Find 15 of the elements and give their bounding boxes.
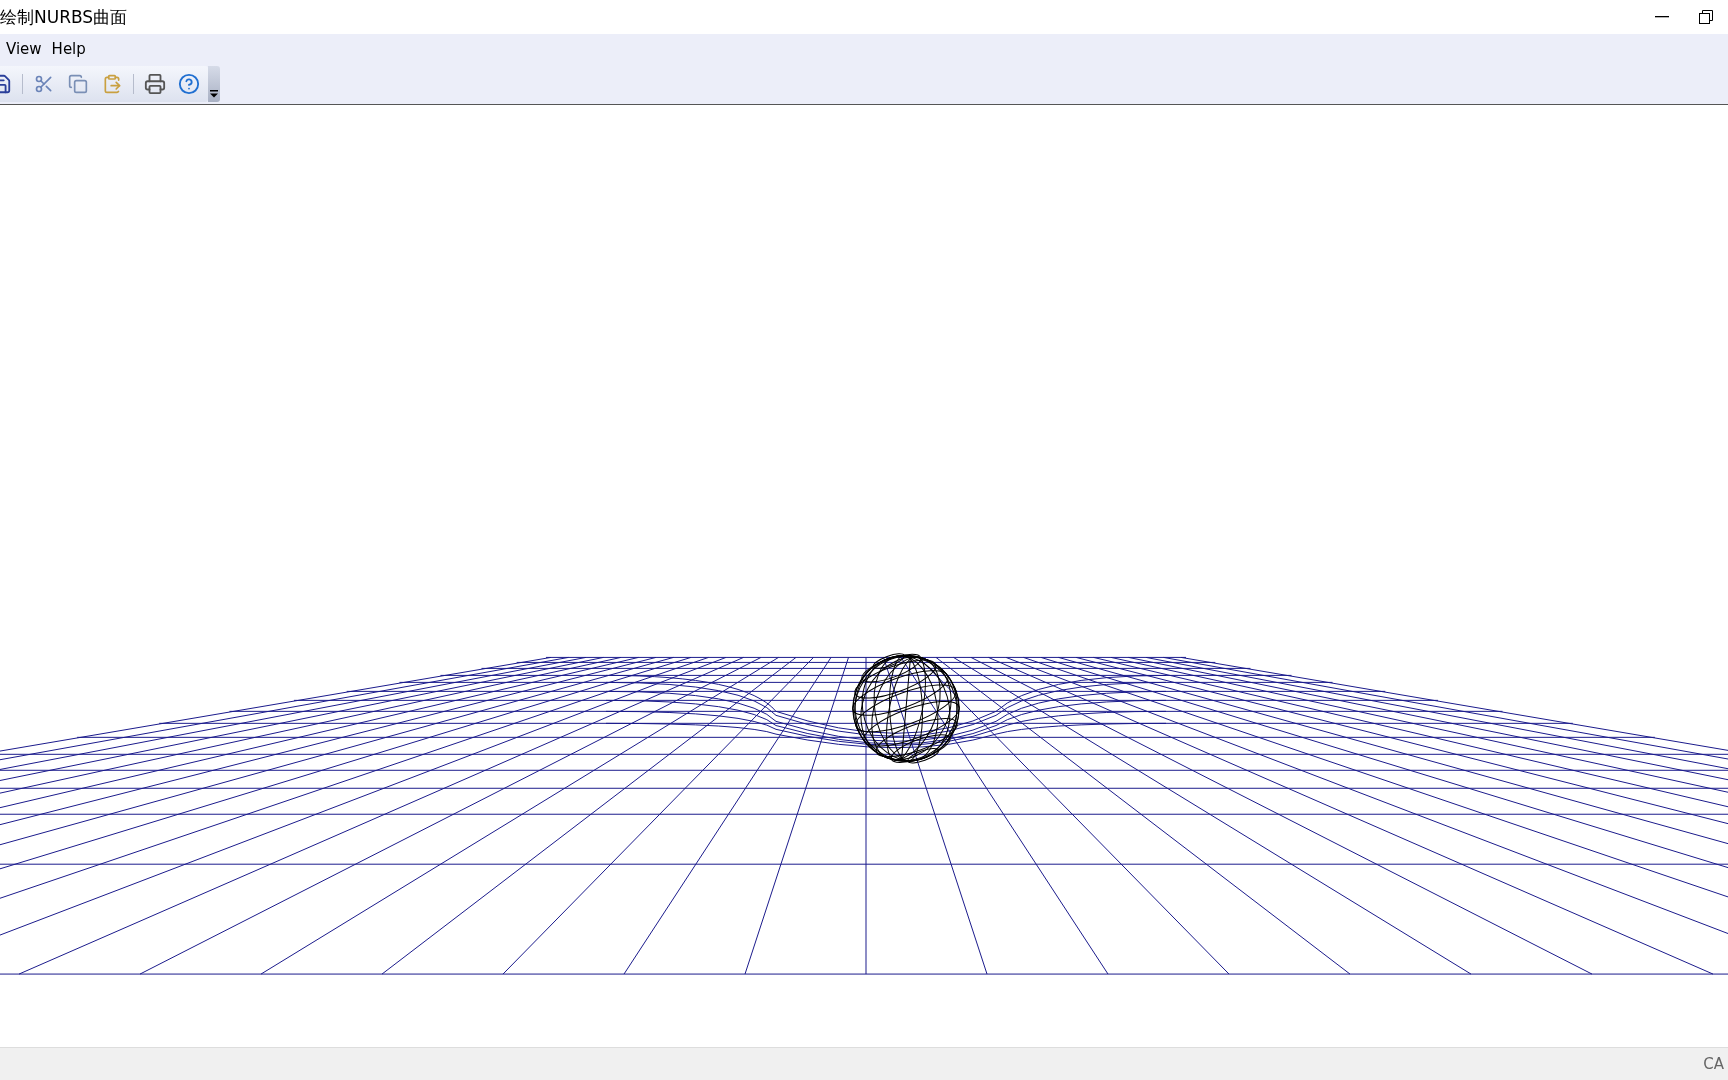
printer-icon	[144, 73, 166, 95]
menu-item[interactable]: Help	[50, 37, 93, 61]
scissors-icon	[34, 74, 54, 94]
toolbar-overflow-button[interactable]	[208, 66, 220, 102]
window-title: 绘制NURBS曲面	[0, 5, 129, 29]
minimize-icon	[1655, 16, 1669, 18]
clipboard-icon	[102, 74, 122, 94]
print-button[interactable]	[142, 71, 168, 97]
dropdown-arrow-icon	[210, 90, 218, 98]
help-button[interactable]	[176, 71, 202, 97]
menu-item[interactable]: View	[5, 37, 49, 61]
copy-icon	[68, 74, 88, 94]
status-indicator: CA	[1703, 1055, 1724, 1073]
help-icon	[178, 73, 200, 95]
restore-icon	[1699, 10, 1713, 24]
